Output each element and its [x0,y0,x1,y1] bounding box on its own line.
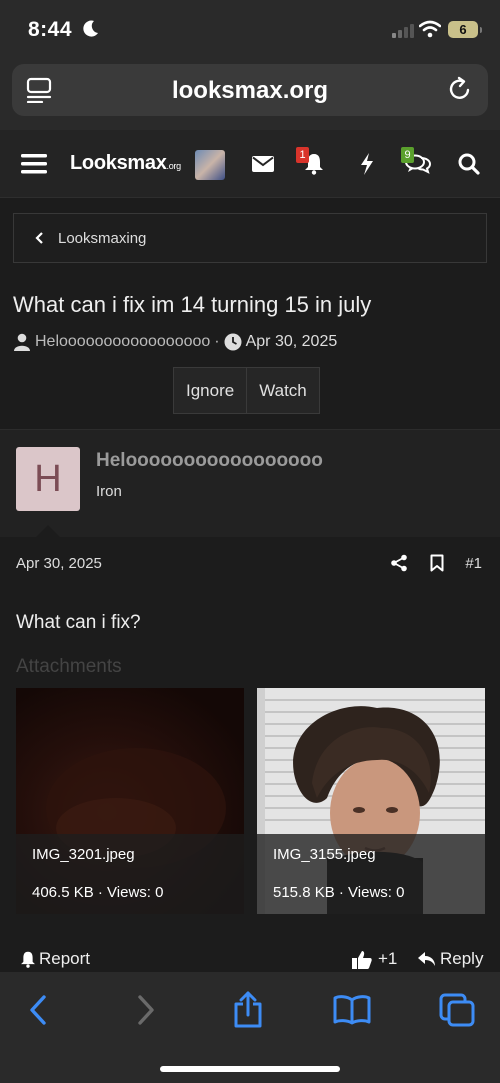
post-user-rank: Iron [96,483,122,500]
post-avatar[interactable]: H [16,447,80,511]
attachment-info: 515.8 KB · Views: 0 [273,884,405,901]
breadcrumb-label: Looksmaxing [58,229,147,247]
whats-new-icon[interactable] [353,150,381,178]
breadcrumb[interactable]: Looksmaxing [13,213,487,263]
back-icon[interactable] [18,990,58,1030]
share-icon[interactable] [228,990,268,1030]
thread-author[interactable]: Helooooooooooooooooo [35,333,210,351]
attachments-label: Attachments [16,656,122,677]
report-button[interactable]: Report [20,949,90,969]
attachment-caption: IMG_3155.jpeg 515.8 KB · Views: 0 [257,834,485,914]
watch-button[interactable]: Watch [246,368,319,413]
status-time: 8:44 [28,18,73,41]
cellular-signal-icon [392,24,414,38]
ignore-button[interactable]: Ignore [174,368,246,413]
thumbs-up-icon [352,950,372,969]
search-icon[interactable] [455,150,483,178]
bookmark-icon[interactable] [427,553,447,573]
meta-separator: · [214,333,220,350]
share-icon[interactable] [389,553,409,573]
user-avatar[interactable] [195,150,225,180]
attachment-caption: IMG_3201.jpeg 406.5 KB · Views: 0 [16,834,244,914]
chevron-left-icon [35,232,43,244]
report-label: Report [39,949,91,968]
reply-icon [418,951,435,966]
attachment-thumbnail[interactable]: IMG_3155.jpeg 515.8 KB · Views: 0 [257,688,485,914]
conversations-badge: 9 [401,147,414,163]
thread-meta: Helooooooooooooooooo · Apr 30, 2025 [13,333,337,351]
address-bar[interactable]: looksmax.org [12,64,488,116]
battery-icon: 6 [448,21,482,38]
alerts-badge: 1 [296,147,309,163]
post-header-arrow [35,525,61,538]
thread-title: What can i fix im 14 turning 15 in july [13,292,372,317]
post-body: What can i fix? [16,612,141,633]
post-number[interactable]: #1 [465,555,482,572]
user-icon [14,333,30,351]
tabs-icon[interactable] [437,990,477,1030]
status-bar: 8:44 6 [0,0,500,60]
inbox-icon[interactable] [249,150,277,178]
site-navigation: Looksmax.org 1 9 [0,130,500,198]
hamburger-menu-icon[interactable] [20,150,48,178]
reload-icon[interactable] [446,75,474,103]
logo-suffix: .org [166,161,182,171]
post-date[interactable]: Apr 30, 2025 [16,555,102,572]
browser-address-area: looksmax.org [0,60,500,130]
reply-button[interactable]: Reply [418,949,483,969]
post-username[interactable]: Helooooooooooooooooo [96,450,323,472]
bell-icon [21,951,35,968]
reply-label: Reply [440,949,484,968]
attachment-name: IMG_3155.jpeg [273,846,376,863]
post-tools: #1 [389,553,482,573]
attachment-name: IMG_3201.jpeg [32,846,135,863]
wifi-icon [419,20,441,38]
attachment-thumbnail[interactable]: IMG_3201.jpeg 406.5 KB · Views: 0 [16,688,244,914]
clock-icon [224,333,242,351]
forward-icon[interactable] [126,990,166,1030]
post-user-header: H Helooooooooooooooooo Iron [0,429,500,538]
thread-actions: Ignore Watch [173,367,320,414]
moon-icon [83,20,98,37]
home-indicator [160,1066,340,1072]
attachment-info: 406.5 KB · Views: 0 [32,884,164,901]
thread-date[interactable]: Apr 30, 2025 [246,333,338,351]
like-button[interactable]: +1 [352,949,397,969]
like-count: +1 [378,949,398,968]
site-logo[interactable]: Looksmax.org [70,152,181,175]
bookmarks-icon[interactable] [332,990,372,1030]
post-footer: Report +1 Reply [0,942,500,972]
logo-text: Looksmax [70,152,167,174]
url-text[interactable]: looksmax.org [12,77,488,105]
